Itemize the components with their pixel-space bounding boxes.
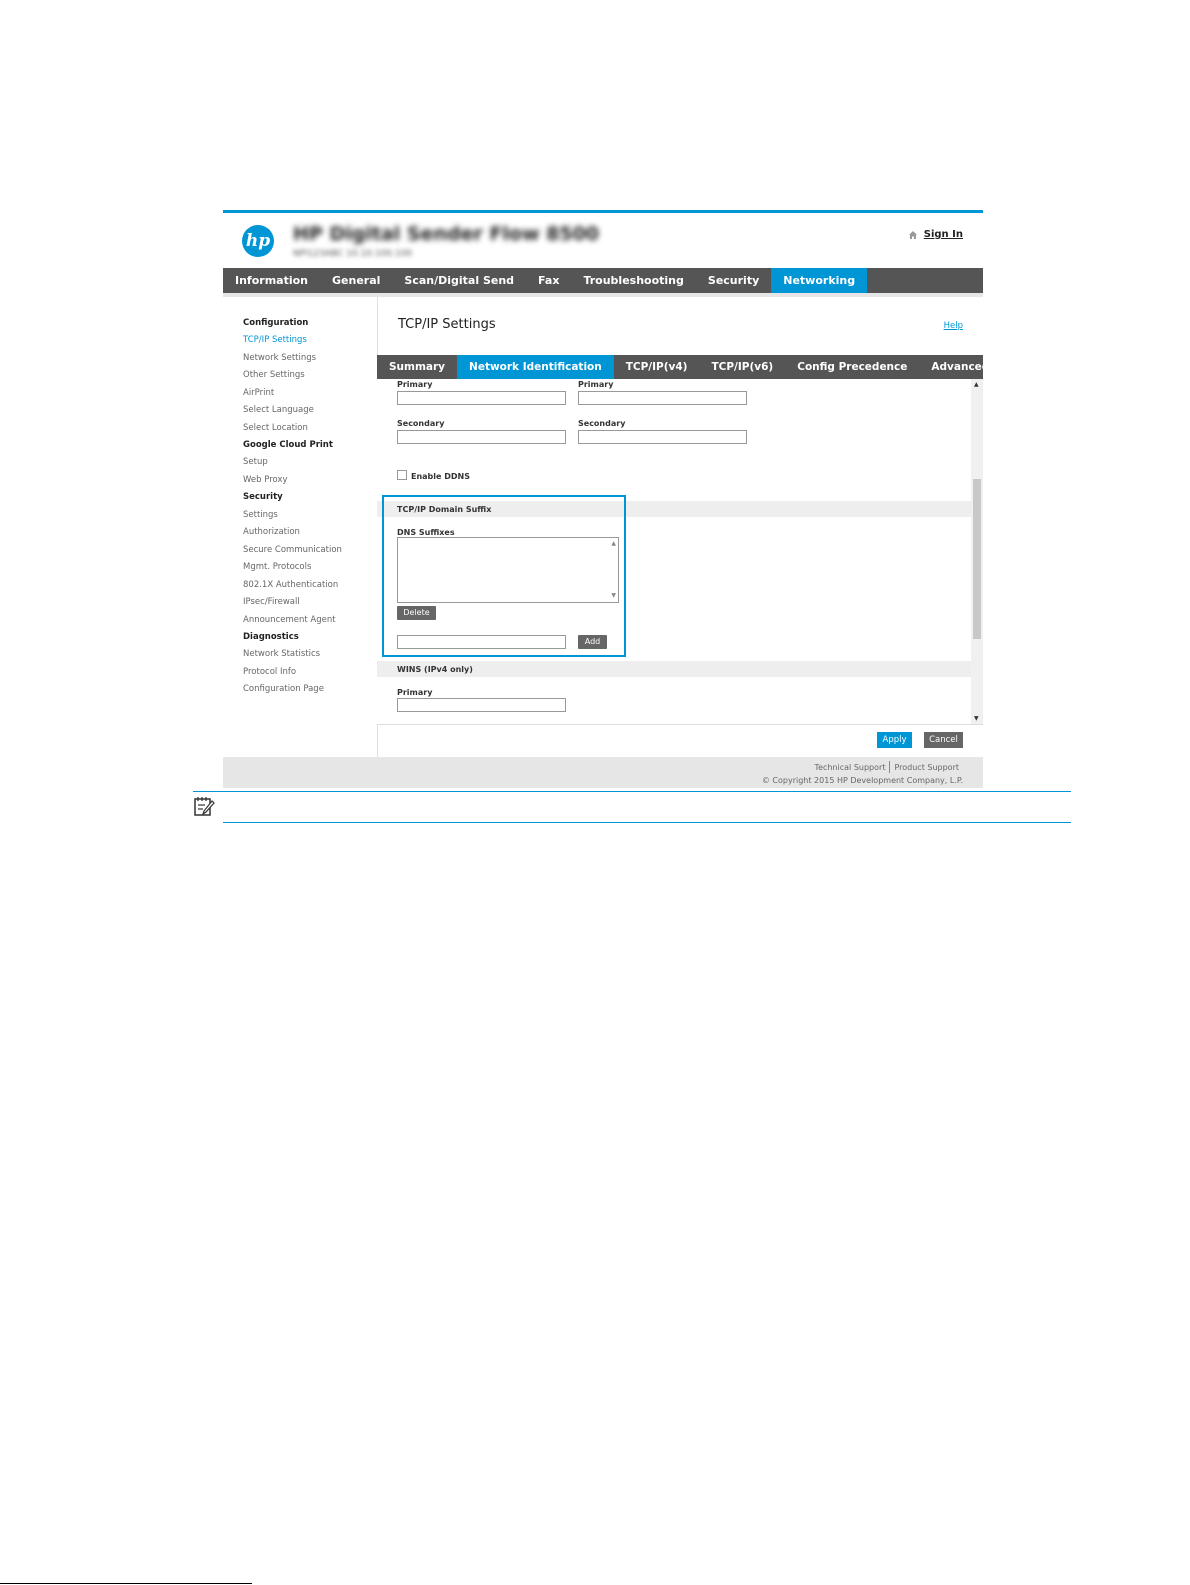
domain-suffix-highlight [382, 495, 626, 657]
sidebar-item-web-proxy[interactable]: Web Proxy [243, 474, 288, 486]
product-support-link[interactable]: Product Support [894, 763, 959, 772]
sidebar-item-settings[interactable]: Settings [243, 509, 278, 521]
primary-dns-label: Primary [397, 380, 433, 389]
footer: Technical Support Product Support © Copy… [223, 757, 983, 788]
sub-nav: Summary Network Identification TCP/IP(v4… [377, 355, 989, 379]
sidebar-item-mgmt-protocols[interactable]: Mgmt. Protocols [243, 561, 311, 573]
product-address: NPI123ABC 10.10.100.100 [293, 249, 413, 259]
sidebar-item-select-location[interactable]: Select Location [243, 422, 308, 434]
sidebar-header-diagnostics: Diagnostics [243, 632, 299, 642]
technical-support-link[interactable]: Technical Support [815, 763, 886, 772]
home-icon [908, 230, 917, 239]
note-icon [194, 797, 215, 816]
cancel-button[interactable]: Cancel [924, 732, 963, 748]
sidebar-item-announcement-agent[interactable]: Announcement Agent [243, 614, 336, 626]
primary-secondary-input[interactable] [578, 391, 747, 405]
sidebar-item-tcpip-settings[interactable]: TCP/IP Settings [243, 334, 307, 346]
sidebar-item-network-settings[interactable]: Network Settings [243, 352, 316, 364]
sidebar-item-network-statistics[interactable]: Network Statistics [243, 648, 320, 660]
sidebar-item-other-settings[interactable]: Other Settings [243, 369, 305, 381]
sidebar-item-ipsec-firewall[interactable]: IPsec/Firewall [243, 596, 300, 608]
subtab-config-precedence[interactable]: Config Precedence [785, 355, 919, 379]
sidebar-item-configuration-page[interactable]: Configuration Page [243, 683, 324, 695]
enable-ddns-label: Enable DDNS [411, 472, 470, 481]
primary-wins-label: Primary [578, 380, 614, 389]
footer-separator [889, 761, 891, 773]
scroll-thumb[interactable] [973, 479, 981, 639]
subtab-advanced[interactable]: Advanced [919, 355, 1001, 379]
tab-security[interactable]: Security [696, 268, 771, 293]
subtab-tcpip-v4[interactable]: TCP/IP(v4) [614, 355, 700, 379]
copyright-text: © Copyright 2015 HP Development Company,… [761, 776, 963, 785]
primary-dns-input[interactable] [397, 391, 566, 405]
tab-troubleshooting[interactable]: Troubleshooting [571, 268, 695, 293]
subtab-network-identification[interactable]: Network Identification [457, 355, 614, 379]
tab-networking[interactable]: Networking [771, 268, 868, 293]
wins-title: WINS (IPv4 only) [397, 665, 473, 674]
page-footer-rule [0, 1583, 252, 1584]
enable-ddns-checkbox[interactable] [397, 470, 407, 480]
sign-in-link[interactable]: Sign In [908, 229, 963, 240]
sidebar-item-select-language[interactable]: Select Language [243, 404, 314, 416]
sidebar-item-authorization[interactable]: Authorization [243, 526, 300, 538]
secondary-dns-input[interactable] [397, 430, 566, 444]
action-bar: Apply Cancel [377, 724, 983, 758]
sidebar-header-google-cloud-print: Google Cloud Print [243, 440, 333, 450]
apply-button[interactable]: Apply [877, 732, 912, 748]
tab-information[interactable]: Information [223, 268, 320, 293]
tab-general[interactable]: General [320, 268, 392, 293]
sidebar-item-protocol-info[interactable]: Protocol Info [243, 666, 296, 678]
ews-window: hp HP Digital Sender Flow 8500 NPI123ABC… [223, 210, 989, 788]
settings-pane: Primary Primary Secondary Secondary Enab… [377, 379, 971, 724]
content-area: TCP/IP Settings Help Summary Network Ide… [377, 297, 989, 758]
help-link[interactable]: Help [944, 321, 963, 331]
note-rule-top [193, 791, 1071, 792]
product-name: HP Digital Sender Flow 8500 [293, 223, 600, 245]
header: hp HP Digital Sender Flow 8500 NPI123ABC… [223, 213, 983, 268]
footer-links: Technical Support Product Support [815, 761, 959, 773]
tab-fax[interactable]: Fax [526, 268, 571, 293]
sidebar-header-configuration: Configuration [243, 318, 309, 328]
subtab-summary[interactable]: Summary [377, 355, 457, 379]
scroll-down-icon[interactable]: ▼ [974, 715, 979, 722]
main-nav: Information General Scan/Digital Send Fa… [223, 268, 983, 293]
sidebar: Configuration TCP/IP Settings Network Se… [223, 297, 378, 757]
subtab-tcpip-v6[interactable]: TCP/IP(v6) [699, 355, 785, 379]
note-rule-bottom [223, 822, 1071, 823]
wins-primary-label: Primary [397, 688, 433, 697]
pane-scrollbar[interactable]: ▲ ▼ [971, 379, 983, 724]
secondary-right-label: Secondary [578, 419, 626, 428]
sidebar-item-setup[interactable]: Setup [243, 456, 268, 468]
sidebar-item-8021x-authentication[interactable]: 802.1X Authentication [243, 579, 338, 591]
sidebar-header-security: Security [243, 492, 283, 502]
secondary-right-input[interactable] [578, 430, 747, 444]
tab-scan-digital-send[interactable]: Scan/Digital Send [392, 268, 526, 293]
wins-primary-input[interactable] [397, 698, 566, 712]
sidebar-item-secure-communication[interactable]: Secure Communication [243, 544, 342, 556]
scroll-up-icon[interactable]: ▲ [974, 381, 979, 388]
secondary-dns-label: Secondary [397, 419, 445, 428]
sidebar-item-airprint[interactable]: AirPrint [243, 387, 274, 399]
hp-logo: hp [242, 225, 274, 257]
page-title: TCP/IP Settings [398, 317, 496, 332]
sign-in-label: Sign In [923, 229, 963, 240]
